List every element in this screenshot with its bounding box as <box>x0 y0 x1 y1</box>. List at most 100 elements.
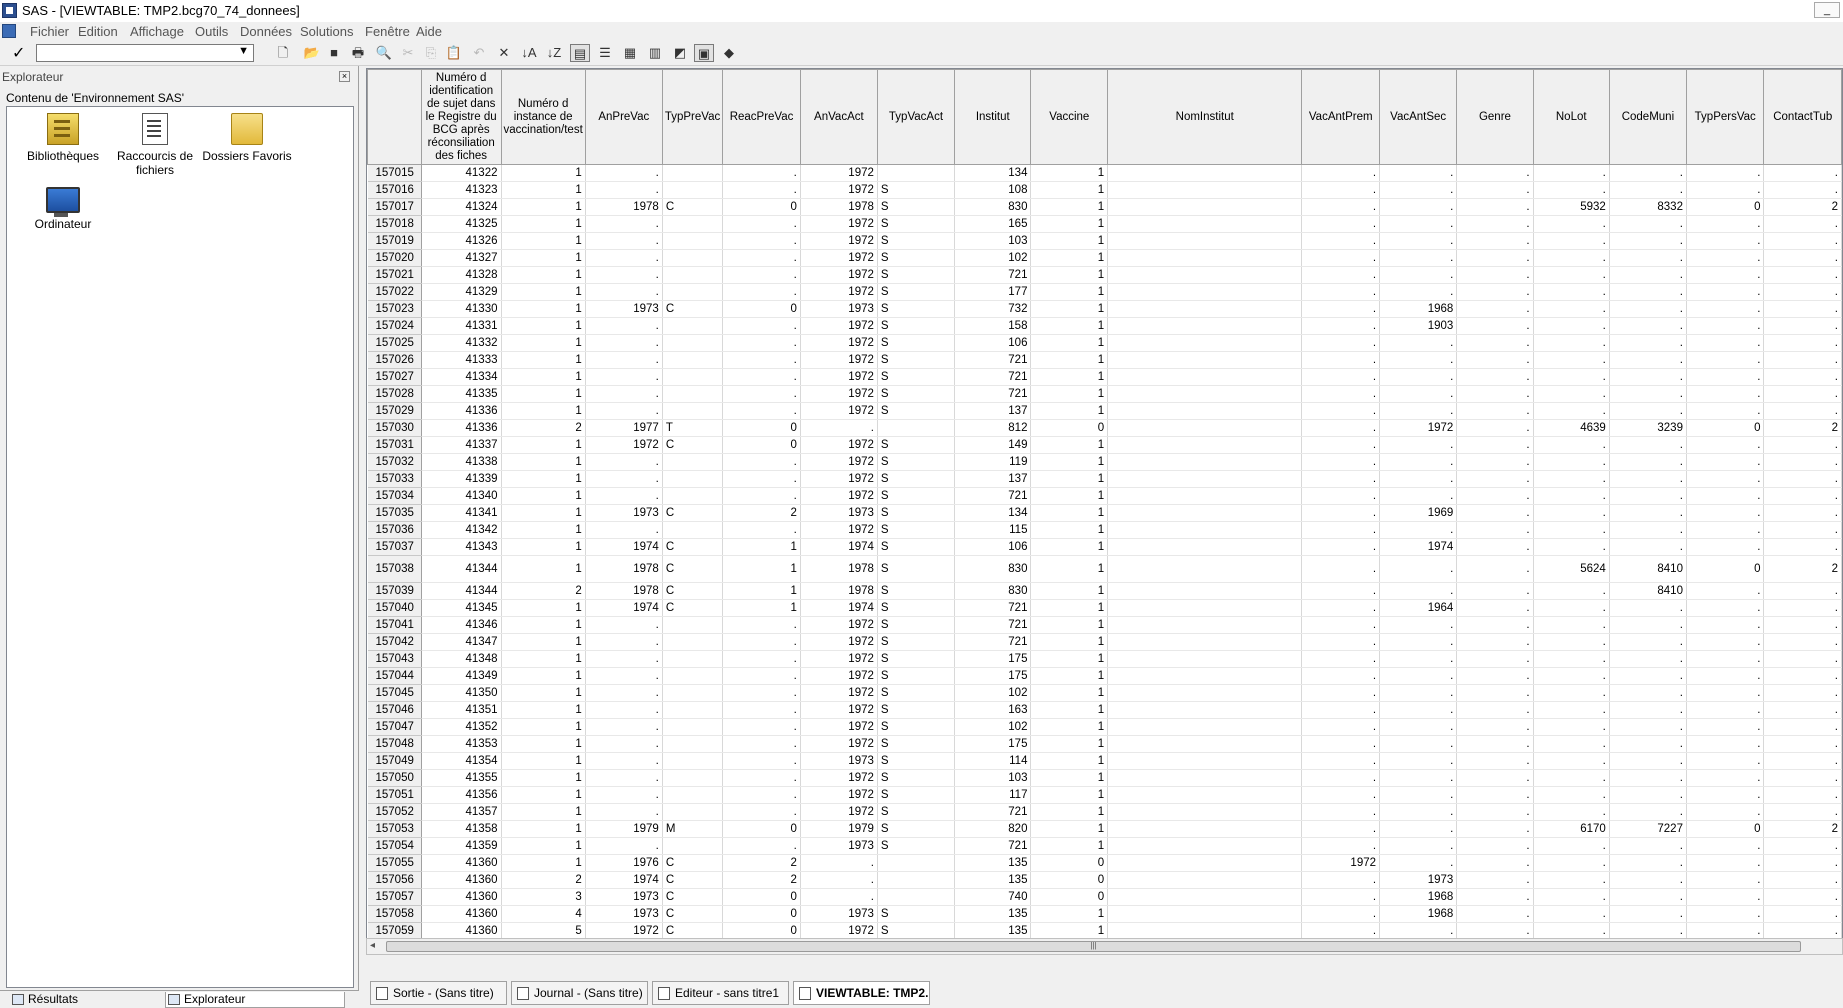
table-cell[interactable]: . <box>1533 718 1610 736</box>
table-cell[interactable]: 41347 <box>421 633 502 651</box>
table-cell[interactable] <box>1107 633 1303 651</box>
table-cell[interactable]: 1972 <box>800 368 878 386</box>
table-cell[interactable]: . <box>1763 487 1842 505</box>
table-cell[interactable]: 0 <box>1030 854 1109 872</box>
table-cell[interactable]: . <box>1379 181 1458 199</box>
table-cell[interactable]: 41355 <box>421 769 502 787</box>
table-cell[interactable]: . <box>1686 249 1765 267</box>
table-cell[interactable]: . <box>1301 504 1381 522</box>
table-cell[interactable]: . <box>800 871 878 889</box>
table-cell[interactable]: 1972 <box>800 283 878 301</box>
table-cell[interactable] <box>1107 402 1303 420</box>
table-cell[interactable]: 0 <box>722 436 801 454</box>
tab-viewtable-window[interactable]: VIEWTABLE: TMP2.bc... <box>793 981 930 1005</box>
column-header[interactable]: Institut <box>954 69 1032 165</box>
table-cell[interactable]: 1 <box>722 599 801 617</box>
table-cell[interactable]: . <box>1533 888 1610 906</box>
table-cell[interactable]: S <box>877 701 956 719</box>
table-cell[interactable]: 41338 <box>421 453 502 471</box>
table-cell[interactable]: 1 <box>1030 538 1109 556</box>
table-cell[interactable]: . <box>722 735 801 753</box>
table-cell[interactable]: 0 <box>1030 888 1109 906</box>
table-cell[interactable] <box>877 871 956 889</box>
table-cell[interactable]: . <box>1686 317 1765 335</box>
horizontal-scrollbar[interactable]: ◂ ||| <box>366 938 1843 955</box>
row-number-cell[interactable]: 157055 <box>367 854 422 872</box>
row-number-cell[interactable]: 157039 <box>367 582 422 600</box>
table-cell[interactable]: . <box>1609 232 1687 250</box>
table-cell[interactable]: 1972 <box>585 922 663 940</box>
row-number-cell[interactable]: 157041 <box>367 616 422 634</box>
table-cell[interactable]: S <box>877 402 956 420</box>
table-cell[interactable]: . <box>1686 385 1765 403</box>
table-cell[interactable]: 8410 <box>1609 582 1687 600</box>
table-cell[interactable]: 1 <box>501 368 586 386</box>
table-cell[interactable]: . <box>1763 521 1842 539</box>
table-cell[interactable]: . <box>1686 582 1765 600</box>
table-cell[interactable] <box>1107 198 1303 216</box>
tab-results[interactable]: Résultats <box>10 992 148 1007</box>
table-cell[interactable]: 1978 <box>585 555 663 583</box>
table-cell[interactable]: . <box>1379 820 1458 838</box>
table-cell[interactable]: . <box>1533 633 1610 651</box>
table-cell[interactable]: . <box>1456 436 1534 454</box>
table-cell[interactable] <box>1107 266 1303 284</box>
table-cell[interactable]: 1 <box>1030 752 1109 770</box>
table-cell[interactable]: . <box>1763 300 1842 318</box>
table-cell[interactable]: . <box>585 650 663 668</box>
query-icon[interactable]: ▣ <box>694 44 714 62</box>
table-cell[interactable]: . <box>1301 735 1381 753</box>
table-cell[interactable]: 1 <box>1030 283 1109 301</box>
table-cell[interactable]: . <box>1301 555 1381 583</box>
table-cell[interactable]: . <box>1686 266 1765 284</box>
table-row[interactable]: 157015 41322 1.. 1972 134 1....... <box>367 164 1842 182</box>
table-cell[interactable]: . <box>1301 752 1381 770</box>
table-cell[interactable]: . <box>585 769 663 787</box>
table-cell[interactable]: 1 <box>501 854 586 872</box>
table-row[interactable]: 157036 41342 1.. 1972 S 115 1....... <box>367 521 1842 539</box>
open-icon[interactable]: 📂 <box>302 44 322 62</box>
table-row[interactable]: 157016 41323 1.. 1972 S 108 1....... <box>367 181 1842 199</box>
table-cell[interactable]: 7227 <box>1609 820 1687 838</box>
chevron-down-icon[interactable]: ▼ <box>238 45 249 57</box>
table-cell[interactable]: . <box>1301 718 1381 736</box>
table-cell[interactable]: . <box>585 837 663 855</box>
table-cell[interactable]: S <box>877 650 956 668</box>
table-cell[interactable]: . <box>1533 300 1610 318</box>
table-cell[interactable]: 8332 <box>1609 198 1687 216</box>
table-cell[interactable]: . <box>722 249 801 267</box>
table-cell[interactable]: 1973 <box>800 752 878 770</box>
table-cell[interactable]: . <box>722 351 801 369</box>
table-row[interactable]: 157031 41337 1 1972 C 0 1972 S 149 1....... <box>367 436 1842 454</box>
table-cell[interactable]: 1972 <box>800 436 878 454</box>
table-view-icon[interactable]: ☰ <box>595 44 615 62</box>
table-cell[interactable]: . <box>1301 820 1381 838</box>
table-row[interactable]: 157037 41343 1 1974 C 1 1974 S 106 1. 1974..... <box>367 538 1842 556</box>
table-cell[interactable]: 3 <box>501 888 586 906</box>
column-header[interactable]: Numéro d instance de vaccination/test <box>500 69 586 165</box>
table-cell[interactable]: . <box>1609 684 1687 702</box>
table-cell[interactable]: 5624 <box>1533 555 1610 583</box>
table-cell[interactable]: S <box>877 249 956 267</box>
table-cell[interactable] <box>662 334 724 352</box>
table-cell[interactable]: 41323 <box>421 181 502 199</box>
table-cell[interactable]: . <box>585 752 663 770</box>
table-cell[interactable]: . <box>585 215 663 233</box>
column-header[interactable]: TypVacAct <box>876 69 956 165</box>
table-cell[interactable]: . <box>1763 215 1842 233</box>
table-cell[interactable]: . <box>1301 317 1381 335</box>
table-cell[interactable]: . <box>1686 232 1765 250</box>
table-cell[interactable]: 1973 <box>585 888 663 906</box>
table-cell[interactable]: 41340 <box>421 487 502 505</box>
table-cell[interactable] <box>662 249 724 267</box>
table-cell[interactable]: 5 <box>501 922 586 940</box>
table-cell[interactable]: 1976 <box>585 854 663 872</box>
row-number-cell[interactable]: 157047 <box>367 718 422 736</box>
table-cell[interactable]: . <box>1301 521 1381 539</box>
table-row[interactable]: 157017 41324 1 1978 C 0 1978 S 830 1... 5932 8332 0 2 <box>367 198 1842 216</box>
table-row[interactable]: 157049 41354 1.. 1973 S 114 1....... <box>367 752 1842 770</box>
table-cell[interactable]: 721 <box>954 616 1032 634</box>
row-number-cell[interactable]: 157021 <box>367 266 422 284</box>
table-cell[interactable]: . <box>1609 667 1687 685</box>
column-header[interactable]: CodeMuni <box>1608 69 1687 165</box>
